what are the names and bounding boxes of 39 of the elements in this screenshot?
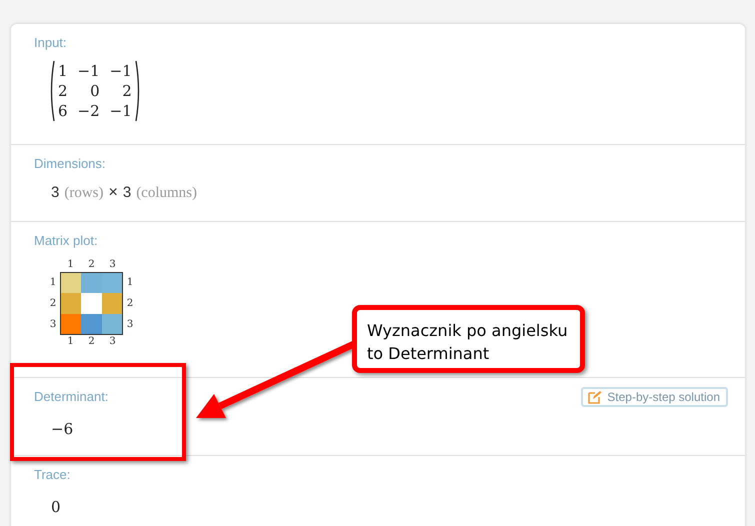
- unit-text: (rows): [64, 185, 104, 202]
- matrix-entry: −1: [78, 61, 100, 81]
- tick-label: 3: [108, 335, 117, 349]
- tick-label: 1: [48, 276, 58, 290]
- tick-label: 3: [48, 318, 58, 332]
- step-by-step-button[interactable]: Step-by-step solution: [581, 387, 728, 407]
- section-label: Matrix plot:: [34, 233, 98, 248]
- matrix-entry: 6: [58, 101, 68, 121]
- tick-label: 1: [66, 335, 75, 349]
- times-sign: ×: [108, 184, 118, 202]
- matrix-entry: −1: [110, 61, 132, 81]
- section-label: Input:: [34, 35, 67, 50]
- tick-label: 3: [126, 318, 134, 332]
- parenthesis-icon: [134, 60, 142, 122]
- tick-label: 2: [87, 258, 96, 272]
- dimension-value: 3: [51, 184, 60, 201]
- tick-label: 2: [126, 297, 134, 311]
- matrix-entry: 2: [121, 81, 132, 101]
- matrix-plot-drawing: [60, 272, 123, 335]
- tick-label: 2: [87, 335, 96, 349]
- tick-label: 2: [48, 297, 58, 311]
- dimension-value: 3: [122, 184, 132, 201]
- result-value: −6: [51, 420, 74, 438]
- section-label: Determinant:: [34, 389, 108, 404]
- tick-label: 3: [108, 258, 117, 272]
- pencil-icon: [588, 390, 602, 404]
- tick-label: 1: [66, 258, 75, 272]
- section-label: Trace:: [34, 467, 70, 482]
- matrix-entry: −1: [110, 101, 132, 121]
- section-label: Dimensions:: [34, 156, 106, 171]
- matrix-entry: −2: [78, 101, 100, 121]
- tick-label: 1: [126, 276, 134, 290]
- parenthesis-icon: [48, 60, 56, 122]
- callout-note: Wyznacznik po angielsku to Determinant: [352, 305, 585, 373]
- unit-text: (columns): [136, 185, 198, 202]
- matrix-entry: 0: [89, 81, 100, 101]
- matrix-entry: 1: [58, 61, 68, 81]
- result-value: 0: [51, 498, 61, 516]
- matrix-entry: 2: [58, 81, 68, 101]
